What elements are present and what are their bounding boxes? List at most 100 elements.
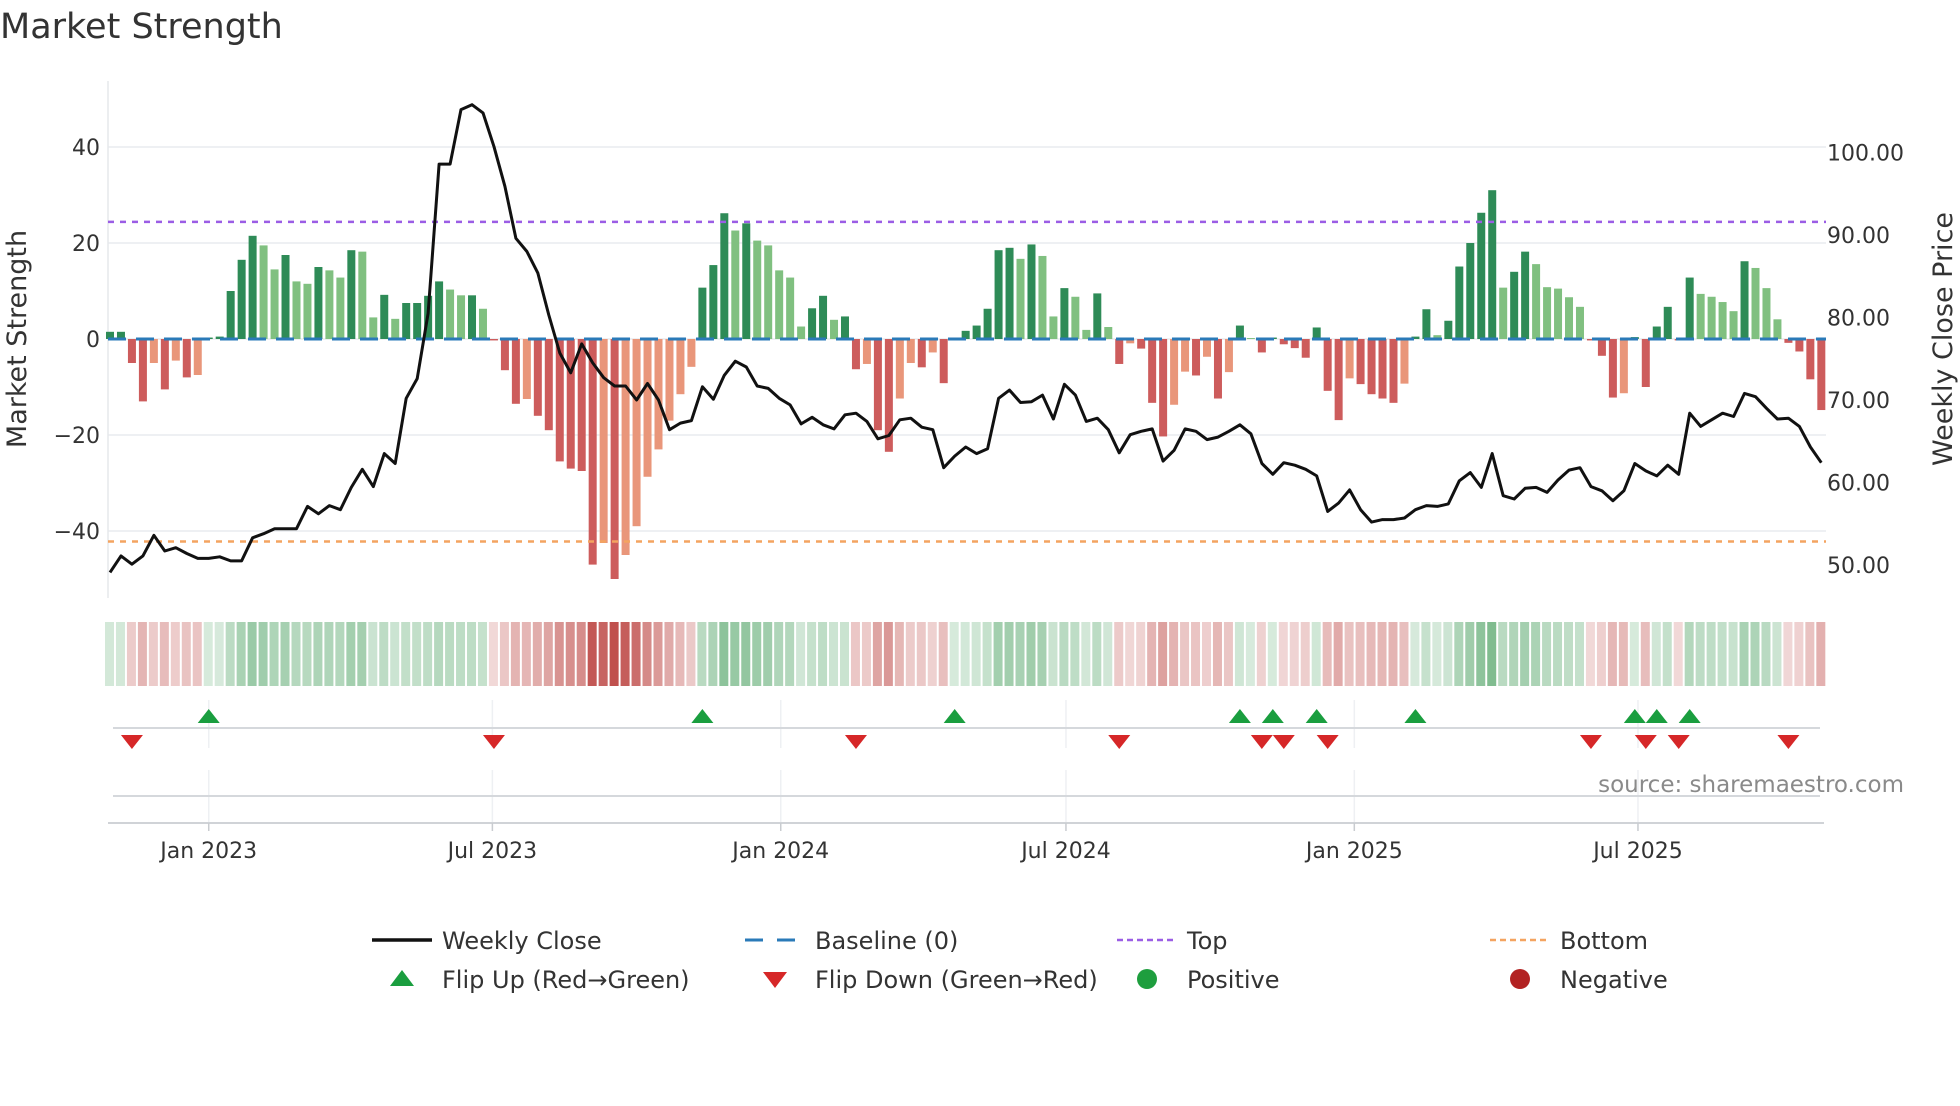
positive-bar <box>457 295 466 339</box>
heat-cell-positive <box>1004 622 1014 686</box>
heat-cell-positive <box>1750 622 1760 686</box>
positive-bar <box>358 251 367 339</box>
negative-bar <box>1389 339 1398 403</box>
y2-axis-ticks: 100.00 90.00 80.00 70.00 60.00 50.00 <box>1827 142 1904 580</box>
heat-cell-positive <box>1234 622 1244 686</box>
positive-bar <box>1685 277 1694 339</box>
heat-cell-negative <box>554 622 564 686</box>
legend-label: Bottom <box>1560 927 1648 955</box>
positive-bar <box>292 281 301 339</box>
heat-cell-positive <box>1465 622 1475 686</box>
negative-bar <box>862 339 871 364</box>
heat-cell-negative <box>1256 622 1266 686</box>
heat-cell-positive <box>719 622 729 686</box>
negative-bar <box>500 339 509 371</box>
flip-up-marker <box>1228 709 1251 723</box>
negative-bar <box>522 339 531 399</box>
x-tick-label: Jan 2024 <box>730 839 829 864</box>
heat-cell-negative <box>1212 622 1222 686</box>
flip-up-marker <box>1623 709 1646 723</box>
negative-bar <box>676 339 685 395</box>
negative-bar <box>533 339 542 416</box>
y-tick-label: −40 <box>54 520 100 545</box>
positive-bar <box>1060 288 1069 339</box>
y-axis-ticks: 40 20 0 −20 −40 <box>54 136 100 545</box>
heat-cell-positive <box>807 622 817 686</box>
positive-bar <box>972 325 981 339</box>
heat-cell-negative <box>126 622 136 686</box>
negative-bar <box>511 339 520 404</box>
positive-bar <box>1016 258 1025 339</box>
legend: Weekly Close Baseline (0) Top Bottom Flip Up… <box>372 927 1668 994</box>
negative-bar <box>577 339 586 471</box>
positive-bar <box>1488 190 1497 339</box>
positive-bar <box>314 267 323 339</box>
y2-tick-label: 50.00 <box>1827 554 1890 579</box>
heat-cell-positive <box>302 622 312 686</box>
positive-bar <box>753 240 762 339</box>
heat-cell-negative <box>1618 622 1628 686</box>
y2-axis-label: Weekly Close Price <box>1928 212 1959 466</box>
y-tick-label: 20 <box>72 232 100 257</box>
positive-bar <box>237 259 246 339</box>
heat-cell-positive <box>818 622 828 686</box>
positive-bar <box>1027 244 1036 339</box>
chart-title: Market Strength <box>0 7 283 47</box>
negative-bar <box>588 339 597 565</box>
negative-bar <box>1334 339 1343 421</box>
heat-cell-positive <box>467 622 477 686</box>
positive-bar <box>1005 247 1014 339</box>
positive-bar <box>1093 293 1102 339</box>
heat-cell-positive <box>1059 622 1069 686</box>
legend-label: Positive <box>1187 966 1280 994</box>
heat-cell-positive <box>752 622 762 686</box>
circle-icon <box>1137 969 1157 989</box>
heat-cell-positive <box>1081 622 1091 686</box>
heat-cell-positive <box>291 622 301 686</box>
heat-cell-negative <box>170 622 180 686</box>
flip-down-marker <box>120 735 143 749</box>
heat-cell-negative <box>1136 622 1146 686</box>
negative-bar <box>665 339 674 421</box>
heat-cell-positive <box>1421 622 1431 686</box>
heat-cell-negative <box>532 622 542 686</box>
negative-bar <box>632 339 641 527</box>
heat-cell-positive <box>829 622 839 686</box>
x-tick-label: Jul 2024 <box>1019 839 1111 864</box>
legend-label: Baseline (0) <box>815 927 958 955</box>
positive-bar <box>698 287 707 339</box>
heat-cell-positive <box>1717 622 1727 686</box>
heat-cell-negative <box>1158 622 1168 686</box>
heat-cell-positive <box>412 622 422 686</box>
heat-cell-positive <box>1695 622 1705 686</box>
heat-cell-negative <box>510 622 520 686</box>
heat-cell-positive <box>774 622 784 686</box>
heat-cell-positive <box>1103 622 1113 686</box>
positive-bar <box>1104 327 1113 339</box>
heat-cell-negative <box>1289 622 1299 686</box>
heat-cell-negative <box>861 622 871 686</box>
heat-cell-positive <box>1015 622 1025 686</box>
heat-cell-positive <box>390 622 400 686</box>
positive-bar <box>830 319 839 339</box>
negative-bar <box>939 339 948 384</box>
negative-bar <box>1356 339 1365 385</box>
heat-cell-positive <box>434 622 444 686</box>
heat-cell-negative <box>916 622 926 686</box>
heat-cell-positive <box>1487 622 1497 686</box>
heat-cell-positive <box>379 622 389 686</box>
positive-bar <box>303 283 312 339</box>
y2-tick-label: 60.00 <box>1827 472 1890 497</box>
negative-bar <box>1170 339 1179 405</box>
positive-bar <box>1663 306 1672 339</box>
negative-bar <box>1224 339 1233 373</box>
heat-cell-negative <box>664 622 674 686</box>
positive-bar <box>1071 296 1080 339</box>
heat-cell-negative <box>1794 622 1804 686</box>
positive-bar <box>391 318 400 339</box>
positive-bar <box>1477 212 1486 339</box>
flip-down-marker <box>1272 735 1295 749</box>
flip-up-marker <box>1678 709 1701 723</box>
heat-cell-positive <box>949 622 959 686</box>
heat-cell-negative <box>1344 622 1354 686</box>
